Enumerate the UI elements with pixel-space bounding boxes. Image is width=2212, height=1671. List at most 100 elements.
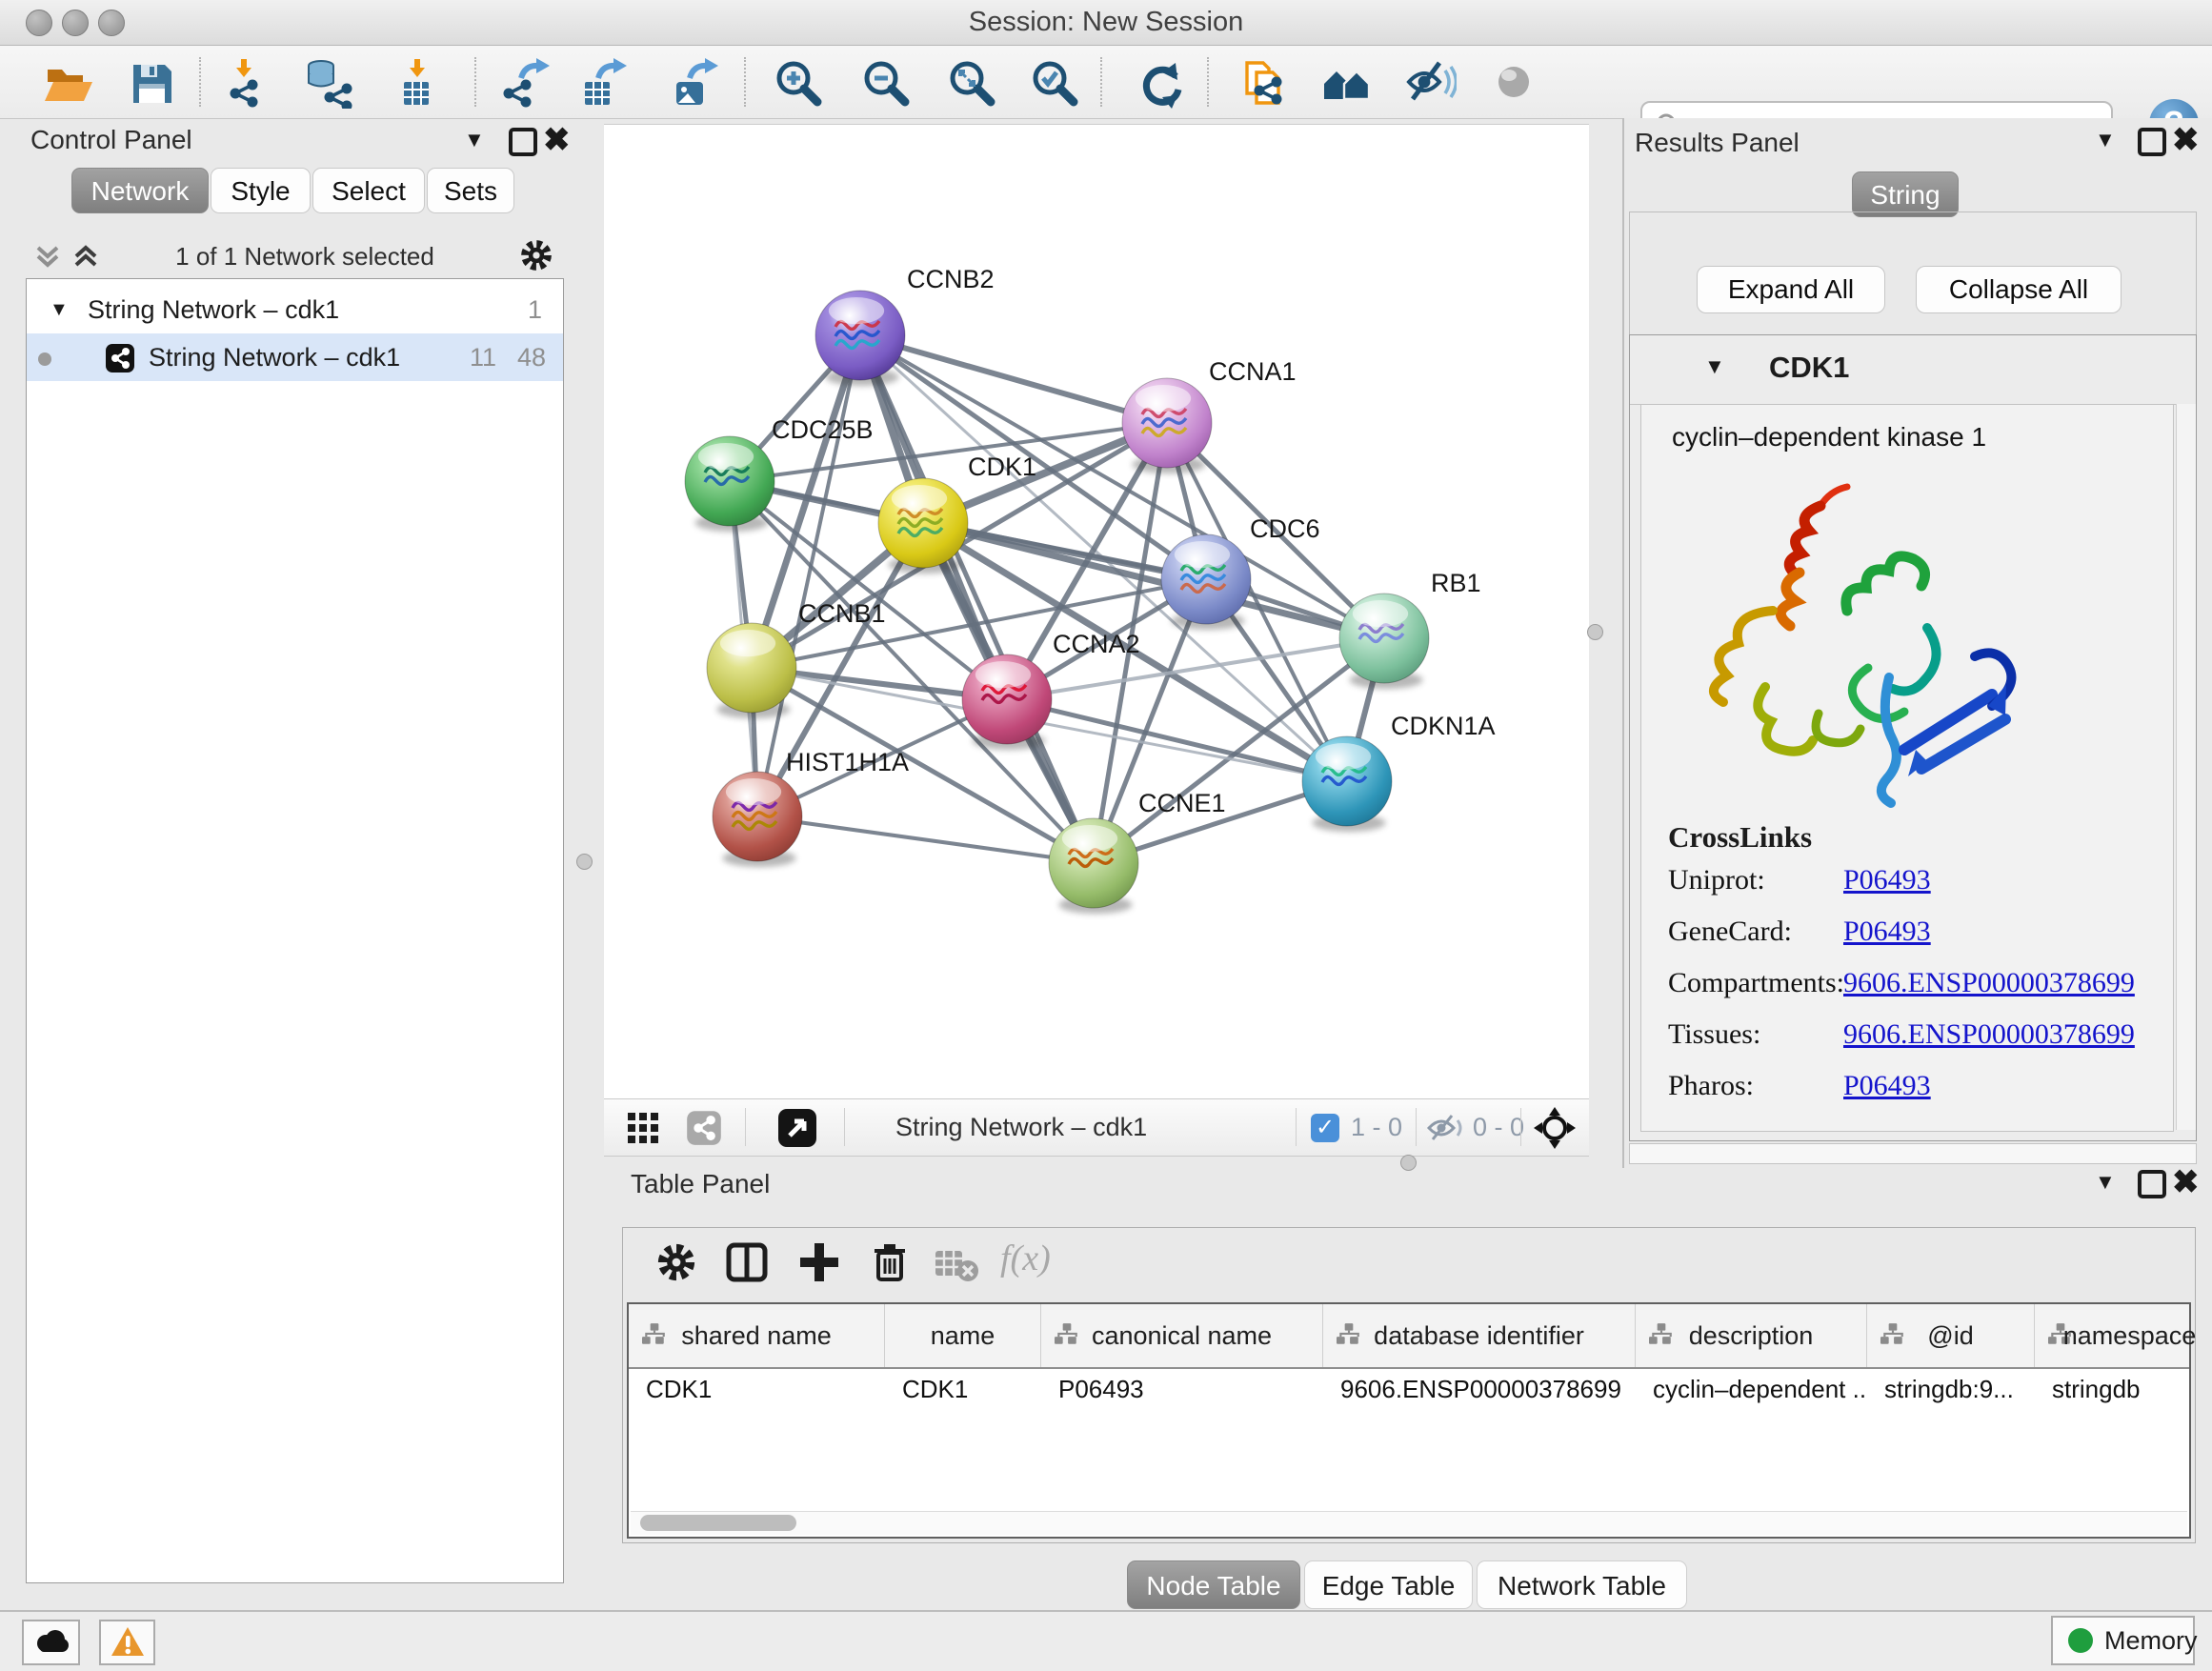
table-cell[interactable]: stringdb:9... (1867, 1375, 2035, 1413)
table-settings-gear-icon[interactable] (654, 1239, 699, 1285)
export-table-icon[interactable] (577, 57, 629, 109)
birds-eye-view-icon[interactable] (1534, 1107, 1576, 1149)
open-in-new-window-icon[interactable] (777, 1108, 817, 1148)
tab-sets[interactable]: Sets (427, 168, 514, 213)
graph-node-CCNA2[interactable] (962, 654, 1052, 750)
tab-select[interactable]: Select (312, 168, 425, 213)
delete-table-icon[interactable] (934, 1245, 979, 1283)
toggle-bundling-icon[interactable] (1489, 57, 1540, 109)
table-cell[interactable]: 9606.ENSP00000378699 (1323, 1375, 1636, 1413)
expand-all-button[interactable]: Expand All (1697, 266, 1885, 313)
show-columns-icon[interactable] (724, 1239, 770, 1285)
network-options-gear-icon[interactable] (517, 236, 555, 274)
import-network-database-icon[interactable] (302, 57, 353, 109)
graph-node-CDC6[interactable] (1161, 534, 1251, 630)
horizontal-splitter-handle[interactable] (1400, 1155, 1417, 1171)
table-header-cell[interactable]: @id (1867, 1304, 2035, 1367)
delete-column-trash-icon[interactable] (867, 1239, 913, 1285)
share-view-icon[interactable] (686, 1110, 722, 1146)
tab-network-table[interactable]: Network Table (1477, 1560, 1687, 1609)
control-panel-close-icon[interactable]: ✖ (543, 130, 571, 151)
table-hscrollbar-thumb[interactable] (640, 1515, 796, 1531)
table-header-cell[interactable]: namespace (2035, 1304, 2212, 1367)
graph-node-CDK1[interactable] (878, 478, 968, 574)
table-header-cell[interactable]: shared name (629, 1304, 885, 1367)
grid-view-icon[interactable] (627, 1112, 659, 1144)
crosslink-value-link[interactable]: P06493 (1843, 864, 1931, 896)
table-header-cell[interactable]: database identifier (1323, 1304, 1636, 1367)
network-canvas[interactable]: CCNB2CCNA1CDC25BCDK1CDC6RB1CCNB1CCNA2CDK… (604, 124, 1589, 1099)
zoom-in-icon[interactable] (773, 57, 824, 109)
graph-node-HIST1H1A[interactable] (713, 772, 802, 867)
results-panel-float-icon[interactable] (2138, 128, 2166, 156)
crosslink-value-link[interactable]: P06493 (1843, 916, 1931, 948)
memory-status-dot-icon (2068, 1628, 2093, 1653)
separator (1100, 57, 1102, 107)
graph-node-CCNE1[interactable] (1049, 818, 1138, 914)
table-hscrollbar[interactable] (631, 1511, 2187, 1535)
protein-collapse-icon[interactable]: ▼ (1704, 354, 1725, 379)
import-table-icon[interactable] (391, 57, 442, 109)
save-session-icon[interactable] (126, 57, 177, 109)
table-header-cell[interactable]: name (885, 1304, 1041, 1367)
tree-network-row[interactable]: String Network – cdk1 11 48 (27, 334, 563, 380)
graph-node-CCNA1[interactable] (1122, 378, 1212, 473)
import-network-file-icon[interactable] (221, 57, 272, 109)
results-panel-menu-icon[interactable]: ▼ (2095, 128, 2116, 152)
tree-root-row[interactable]: ▼ String Network – cdk1 1 (27, 287, 563, 332)
graph-edge-CCNB2-HIST1H1A[interactable] (757, 335, 860, 816)
open-file-icon[interactable] (41, 57, 92, 109)
vertical-splitter-handle[interactable] (576, 854, 593, 870)
collapse-all-button[interactable]: Collapse All (1916, 266, 2122, 313)
hide-selected-icon[interactable] (1405, 57, 1457, 109)
crosslink-value-link[interactable]: 9606.ENSP00000378699 (1843, 967, 2135, 999)
graph-node-CCNB1[interactable] (707, 623, 796, 718)
control-panel-menu-icon[interactable]: ▼ (464, 128, 485, 152)
selected-checkbox-icon[interactable]: ✓ (1311, 1114, 1339, 1142)
zoom-selected-icon[interactable] (1029, 57, 1080, 109)
table-cell[interactable]: P06493 (1041, 1375, 1323, 1413)
tab-edge-table[interactable]: Edge Table (1304, 1560, 1473, 1609)
table-header-cell[interactable]: description (1636, 1304, 1867, 1367)
results-scrollbar[interactable] (2176, 404, 2196, 1130)
tab-style[interactable]: Style (211, 168, 311, 213)
table-cell[interactable]: cyclin–dependent ... (1636, 1375, 1867, 1413)
vertical-splitter-handle[interactable] (1587, 624, 1603, 640)
warnings-button[interactable] (99, 1620, 155, 1665)
table-cell[interactable]: CDK1 (885, 1375, 1041, 1413)
results-panel-close-icon[interactable]: ✖ (2172, 130, 2200, 151)
tree-collapse-icon[interactable]: ▼ (50, 287, 69, 332)
control-panel-float-icon[interactable] (509, 128, 537, 156)
add-column-icon[interactable] (796, 1239, 842, 1285)
export-image-icon[interactable] (669, 57, 720, 109)
crosslink-value-link[interactable]: P06493 (1843, 1070, 1931, 1102)
export-network-icon[interactable] (500, 57, 552, 109)
graph-edge-HIST1H1A-CCNE1[interactable] (757, 816, 1094, 863)
show-all-icon[interactable] (1320, 57, 1372, 109)
memory-button[interactable]: Memory (2051, 1616, 2195, 1665)
clone-network-icon[interactable] (1239, 57, 1291, 109)
graph-node-CDKN1A[interactable] (1302, 736, 1392, 832)
zoom-out-icon[interactable] (860, 57, 912, 109)
zoom-fit-icon[interactable] (946, 57, 997, 109)
graph-edge-CCNB2-CCNE1[interactable] (860, 335, 1094, 863)
tab-node-table[interactable]: Node Table (1127, 1560, 1300, 1609)
refresh-icon[interactable] (1134, 57, 1185, 109)
results-hscrollbar[interactable] (1629, 1143, 2197, 1164)
table-panel-close-icon[interactable]: ✖ (2172, 1172, 2200, 1193)
tab-network[interactable]: Network (71, 168, 209, 213)
table-panel-menu-icon[interactable]: ▼ (2095, 1170, 2116, 1195)
separator (744, 57, 746, 107)
graph-node-CDC25B[interactable] (685, 436, 774, 532)
cloud-status-button[interactable] (22, 1620, 80, 1665)
table-cell[interactable]: CDK1 (629, 1375, 885, 1413)
protein-header-row[interactable]: ▼ CDK1 (1630, 335, 2196, 405)
tab-string[interactable]: String (1852, 171, 1959, 217)
table-panel-float-icon[interactable] (2138, 1170, 2166, 1198)
graph-node-RB1[interactable] (1339, 594, 1429, 689)
function-builder-icon[interactable]: f(x) (1000, 1238, 1051, 1279)
collapse-expand-tree-icons[interactable] (34, 240, 107, 272)
crosslink-value-link[interactable]: 9606.ENSP00000378699 (1843, 1018, 2135, 1051)
table-cell[interactable]: stringdb (2035, 1375, 2212, 1413)
table-header-cell[interactable]: canonical name (1041, 1304, 1323, 1367)
